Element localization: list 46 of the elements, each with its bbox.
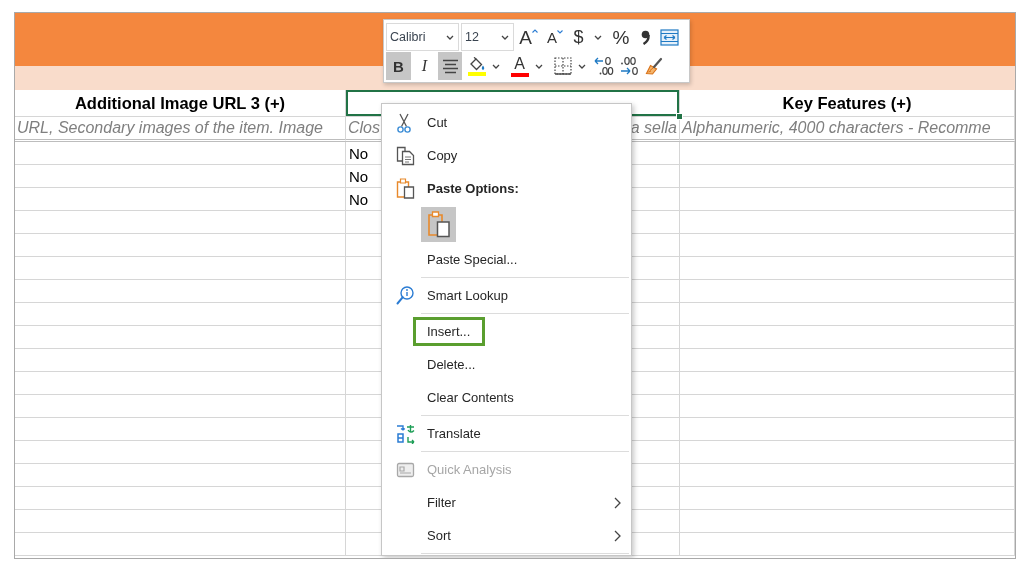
menu-item[interactable]: Filter xyxy=(382,486,631,519)
percent-button[interactable]: % xyxy=(608,23,634,51)
fill-handle[interactable] xyxy=(676,113,683,120)
shrink-font-button[interactable]: A xyxy=(543,23,567,51)
font-color-button[interactable]: A xyxy=(506,52,547,80)
double-arrow-box-icon xyxy=(659,28,679,46)
comma-icon xyxy=(640,29,650,45)
card-icon xyxy=(396,460,415,479)
decimal-right-arrow-icon xyxy=(618,56,639,76)
caret-down-icon xyxy=(501,34,509,40)
menu-item[interactable]: Translate xyxy=(382,417,631,450)
italic-button[interactable]: I xyxy=(413,52,436,80)
align-center-icon xyxy=(441,58,459,74)
caret-up-icon xyxy=(531,29,538,33)
paste-option-button[interactable] xyxy=(421,206,456,242)
border-grid-icon xyxy=(553,57,572,75)
menu-item[interactable]: Paste Special... xyxy=(382,243,631,276)
menu-item[interactable]: Insert... xyxy=(382,315,631,348)
description-cell: URL, Secondary images of the item. Image xyxy=(15,117,346,142)
menu-item[interactable]: Cut xyxy=(382,106,631,139)
menu-item[interactable]: Clear Contents xyxy=(382,381,631,414)
paintbrush-icon xyxy=(645,57,663,75)
menu-item[interactable]: Delete... xyxy=(382,348,631,381)
decimal-left-arrow-icon xyxy=(593,56,614,76)
currency-button[interactable]: $ xyxy=(569,23,606,51)
description-fragment: Clos xyxy=(348,119,380,137)
copy-icon xyxy=(396,145,415,166)
scissors-icon xyxy=(396,112,412,133)
column-header: Additional Image URL 3 (+) xyxy=(15,90,346,117)
grow-font-button[interactable]: A xyxy=(516,23,541,51)
caret-down-icon xyxy=(557,30,563,34)
clipboard-icon xyxy=(396,178,415,199)
letters-arrows-icon xyxy=(396,423,416,444)
font-size-dropdown[interactable]: 12 xyxy=(461,23,514,51)
search-icon xyxy=(396,286,414,305)
clipboard-icon xyxy=(426,210,451,238)
description-cell: Alphanumeric, 4000 characters - Recomme xyxy=(680,117,1015,142)
font-name-dropdown[interactable]: Calibri xyxy=(386,23,459,51)
align-center-button[interactable] xyxy=(438,52,462,80)
column-header: Key Features (+) xyxy=(680,90,1015,117)
caret-down-icon xyxy=(446,34,454,40)
bold-button[interactable]: B xyxy=(386,52,411,80)
menu-item[interactable]: Smart Lookup xyxy=(382,279,631,312)
paint-bucket-icon xyxy=(468,56,486,71)
menu-item[interactable]: Sort xyxy=(382,519,631,552)
highlight-frame: Insert... xyxy=(413,317,486,346)
